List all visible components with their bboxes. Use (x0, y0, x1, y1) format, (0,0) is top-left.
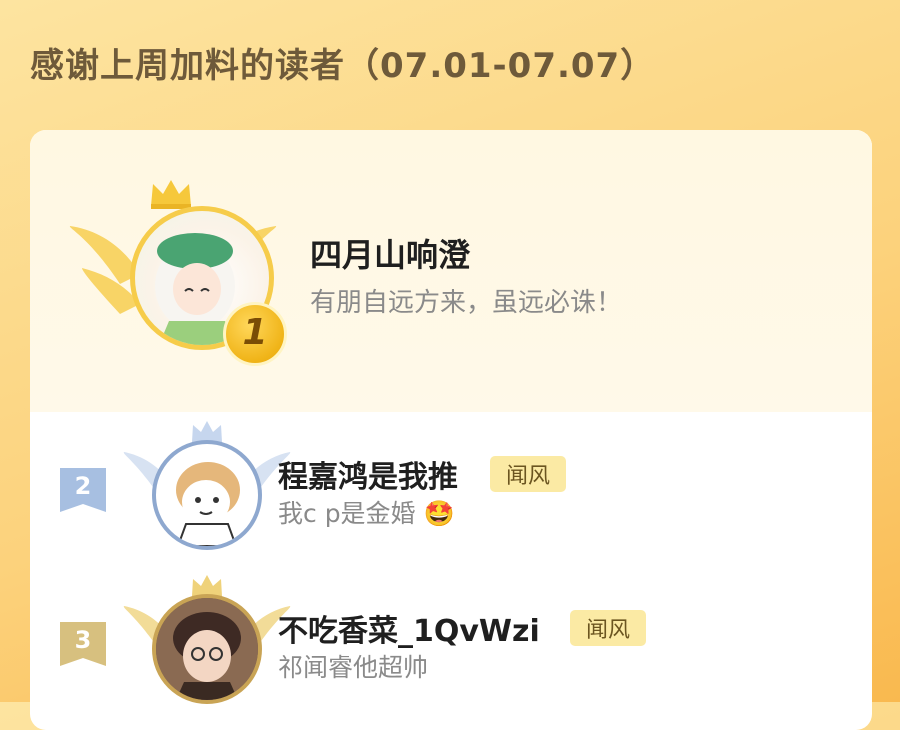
rank-1-message: 有朋自远方来，虽远必诛！ (310, 288, 623, 318)
rank-2-tag: 闻风 (490, 456, 567, 492)
rank-2-message-text: 我c p是金婚 (278, 499, 416, 528)
crown-icon (151, 180, 191, 209)
rank-3-flag: 3 (60, 622, 106, 666)
rank-3-avatar-group[interactable] (122, 574, 292, 714)
avatar (152, 594, 262, 704)
leaderboard-card: 1 四月山响澄 有朋自远方来，虽远必诛！ 2 程嘉鸿是我推 闻风 我c p是金婚… (30, 130, 872, 730)
rank-2-name: 程嘉鸿是我推 (278, 460, 458, 495)
avatar (152, 440, 262, 550)
rank-3-name: 不吃香菜_1QvWzi (278, 614, 540, 649)
rank-1-badge: 1 (223, 302, 287, 366)
rank-1-name: 四月山响澄 (310, 236, 471, 274)
rank-3-message: 祁闻睿他超帅 (278, 653, 429, 682)
rank-2-message: 我c p是金婚 🤩 (278, 494, 455, 530)
page-title: 感谢上周加料的读者（07.01-07.07） (30, 46, 656, 86)
avatar-illustration-icon (176, 462, 240, 546)
rank-2-avatar-group[interactable] (122, 420, 292, 560)
rank-2-number: 2 (74, 472, 92, 500)
rank-2-flag: 2 (60, 468, 106, 512)
star-struck-emoji-icon: 🤩 (423, 499, 455, 528)
rank-1-avatar-group[interactable]: 1 (68, 176, 287, 366)
avatar-illustration-icon (156, 598, 258, 700)
rank-3-number: 3 (74, 626, 92, 654)
rank-3-tag: 闻风 (570, 610, 647, 646)
